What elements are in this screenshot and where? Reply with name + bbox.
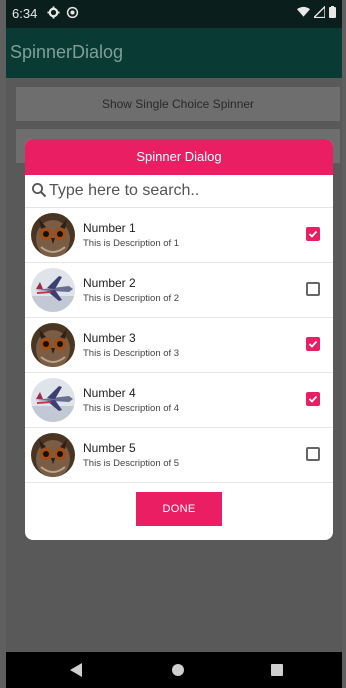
status-time: 6:34: [12, 6, 38, 21]
signal-icon: [314, 6, 325, 18]
owl-image: [31, 433, 75, 477]
list-item[interactable]: Number 5 This is Description of 5: [25, 428, 333, 483]
item-name: Number 2: [83, 276, 136, 290]
list-item[interactable]: Number 3 This is Description of 3: [25, 318, 333, 373]
list-item[interactable]: Number 1 This is Description of 1: [25, 208, 333, 263]
item-checkbox[interactable]: [306, 392, 320, 406]
item-description: This is Description of 3: [83, 348, 180, 359]
done-button[interactable]: DONE: [136, 492, 222, 526]
item-name: Number 4: [83, 386, 136, 400]
check-icon: [308, 395, 318, 403]
app-title: SpinnerDialog: [10, 42, 124, 62]
search-input[interactable]: [49, 178, 319, 204]
dialog-title: Spinner Dialog: [25, 139, 333, 175]
wifi-icon: [297, 6, 310, 17]
search-bar: [25, 175, 333, 208]
item-checkbox[interactable]: [306, 227, 320, 241]
search-icon: [32, 183, 47, 198]
owl-image: [31, 213, 75, 257]
item-name: Number 3: [83, 331, 136, 345]
battery-icon: [329, 6, 336, 18]
list-item[interactable]: Number 4 This is Description of 4: [25, 373, 333, 428]
list-item[interactable]: Number 2 This is Description of 2: [25, 263, 333, 318]
item-description: This is Description of 1: [83, 238, 180, 249]
item-description: This is Description of 2: [83, 293, 180, 304]
item-name: Number 1: [83, 221, 136, 235]
check-icon: [308, 340, 318, 348]
item-list: Number 1 This is Description of 1 Number…: [25, 208, 333, 483]
status-bar: 6:34: [6, 0, 342, 28]
owl-image: [31, 323, 75, 367]
show-single-choice-button[interactable]: Show Single Choice Spinner: [16, 87, 340, 121]
settings-icon: [47, 6, 60, 19]
screen: 6:34 SpinnerDialog Show Single Choice Sp…: [6, 0, 342, 688]
jet-image: [31, 268, 75, 312]
item-name: Number 5: [83, 441, 136, 455]
item-description: This is Description of 4: [83, 403, 180, 414]
back-icon[interactable]: [70, 663, 82, 677]
item-checkbox[interactable]: [306, 337, 320, 351]
check-icon: [308, 230, 318, 238]
item-description: This is Description of 5: [83, 458, 180, 469]
recents-icon[interactable]: [271, 664, 283, 676]
jet-image: [31, 378, 75, 422]
sync-icon: [66, 6, 79, 19]
item-checkbox[interactable]: [306, 447, 320, 461]
item-checkbox[interactable]: [306, 282, 320, 296]
home-icon[interactable]: [172, 664, 184, 676]
navigation-bar: [6, 652, 342, 688]
spinner-dialog: Spinner Dialog Number 1 This is Descript…: [25, 139, 333, 540]
app-bar: SpinnerDialog: [6, 28, 342, 78]
